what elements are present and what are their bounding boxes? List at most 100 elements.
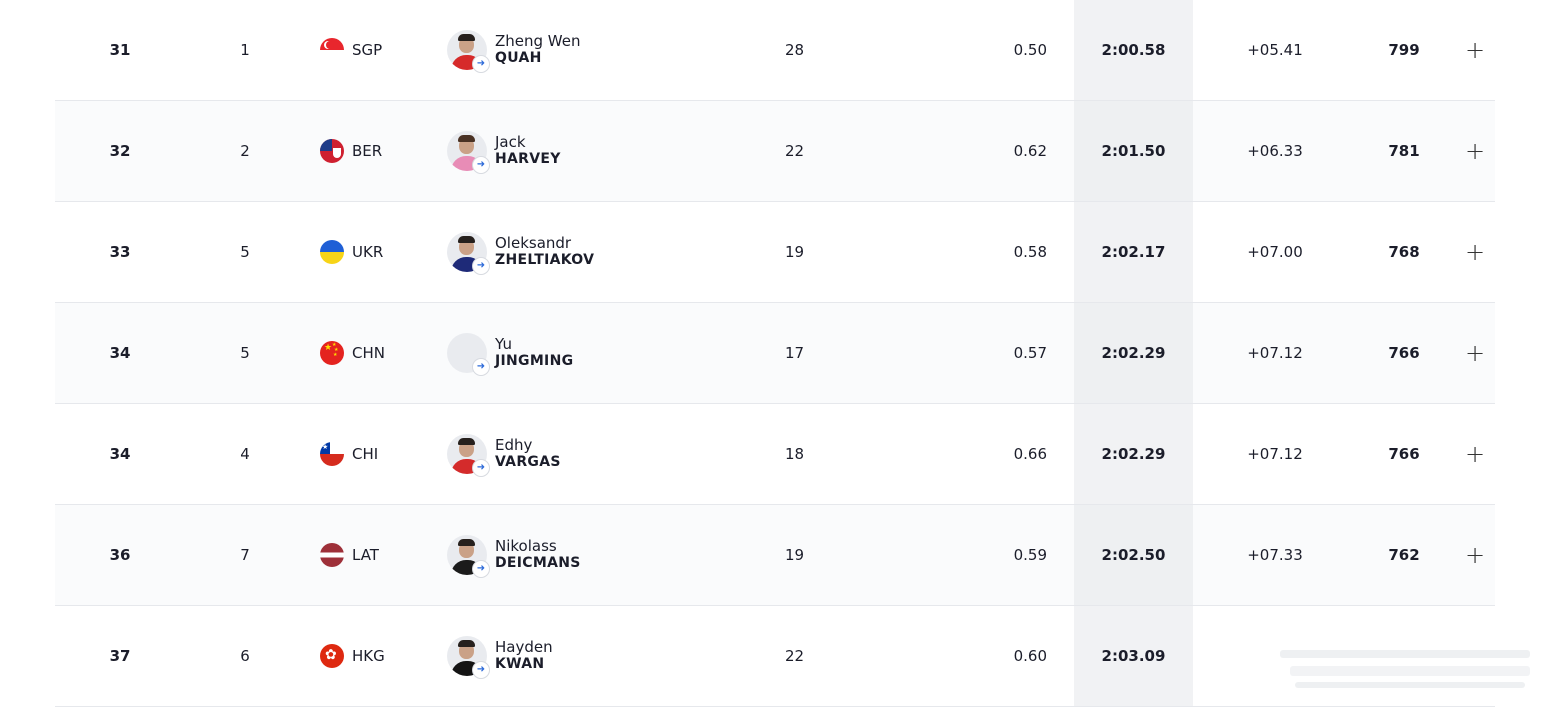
athlete-last-name: DEICMANS bbox=[495, 555, 581, 571]
time-cell: 2:00.58 bbox=[1101, 41, 1166, 59]
athlete-avatar[interactable]: ➜ bbox=[447, 636, 490, 679]
results-table: 31 1 SGP ➜ Zheng Wen QUAH 28 0.50 2:00.5… bbox=[55, 0, 1495, 709]
arrow-right-icon[interactable]: ➜ bbox=[472, 55, 490, 73]
age-cell: 18 bbox=[785, 445, 805, 463]
flag-chn-icon: ★ ★ ★ ★ bbox=[320, 341, 344, 365]
plus-icon[interactable]: + bbox=[1460, 404, 1490, 504]
plus-icon[interactable]: + bbox=[1460, 505, 1490, 605]
athlete-avatar[interactable]: ➜ bbox=[447, 30, 490, 73]
athlete-last-name: HARVEY bbox=[495, 151, 561, 167]
rank-cell: 36 bbox=[109, 546, 131, 564]
arrow-right-icon[interactable]: ➜ bbox=[472, 661, 490, 679]
table-row[interactable]: 32 2 BER ➜ Jack HARVEY 22 0.62 2:01.50 +… bbox=[55, 101, 1495, 202]
points-cell: 766 bbox=[1388, 344, 1420, 362]
time-cell: 2:01.50 bbox=[1101, 142, 1166, 160]
country-cell: BER bbox=[320, 101, 440, 201]
athlete-avatar[interactable]: ➜ bbox=[447, 232, 490, 275]
time-behind-cell: +07.00 bbox=[1247, 243, 1303, 261]
time-behind-cell: +07.12 bbox=[1247, 344, 1303, 362]
rank-cell: 31 bbox=[109, 41, 131, 59]
athlete-avatar[interactable]: ➜ bbox=[447, 535, 490, 578]
heat-cell: 7 bbox=[240, 546, 250, 564]
flag-ukr-icon bbox=[320, 240, 344, 264]
age-cell: 22 bbox=[785, 647, 805, 665]
athlete-cell[interactable]: ➜ Edhy VARGAS bbox=[447, 404, 767, 504]
athlete-last-name: JINGMING bbox=[495, 353, 574, 369]
athlete-first-name: Edhy bbox=[495, 436, 533, 454]
arrow-right-icon[interactable]: ➜ bbox=[472, 358, 490, 376]
athlete-first-name: Yu bbox=[495, 335, 512, 353]
heat-cell: 2 bbox=[240, 142, 250, 160]
time-behind-cell: +07.33 bbox=[1247, 546, 1303, 564]
country-code: CHI bbox=[352, 445, 379, 463]
points-cell: 766 bbox=[1388, 445, 1420, 463]
athlete-cell[interactable]: ➜ Nikolass DEICMANS bbox=[447, 505, 767, 605]
athlete-last-name: QUAH bbox=[495, 50, 542, 66]
plus-icon[interactable]: + bbox=[1460, 0, 1490, 100]
plus-icon[interactable]: + bbox=[1460, 101, 1490, 201]
flag-hkg-icon: ✿ bbox=[320, 644, 344, 668]
points-cell: 762 bbox=[1388, 546, 1420, 564]
time-cell: 2:03.09 bbox=[1101, 647, 1166, 665]
age-cell: 17 bbox=[785, 344, 805, 362]
table-row[interactable]: 34 5 ★ ★ ★ ★ CHN ➜ Yu JINGMING 17 0.57 2… bbox=[55, 303, 1495, 404]
age-cell: 22 bbox=[785, 142, 805, 160]
points-cell: 768 bbox=[1388, 243, 1420, 261]
time-behind-cell: +07.12 bbox=[1247, 445, 1303, 463]
athlete-cell[interactable]: ➜ Oleksandr ZHELTIAKOV bbox=[447, 202, 767, 302]
country-code: CHN bbox=[352, 344, 385, 362]
arrow-right-icon[interactable]: ➜ bbox=[472, 156, 490, 174]
athlete-avatar[interactable]: ➜ bbox=[447, 333, 490, 376]
time-cell: 2:02.29 bbox=[1101, 445, 1166, 463]
rank-cell: 33 bbox=[109, 243, 131, 261]
watermark-overlay bbox=[1200, 640, 1540, 700]
athlete-first-name: Jack bbox=[495, 133, 526, 151]
country-code: HKG bbox=[352, 647, 385, 665]
plus-icon[interactable]: + bbox=[1460, 303, 1490, 403]
time-cell: 2:02.50 bbox=[1101, 546, 1166, 564]
athlete-cell[interactable]: ➜ Jack HARVEY bbox=[447, 101, 767, 201]
country-code: BER bbox=[352, 142, 383, 160]
table-row[interactable]: 34 4 ★ CHI ➜ Edhy VARGAS 18 0.66 2:02.29… bbox=[55, 404, 1495, 505]
rank-cell: 34 bbox=[109, 445, 131, 463]
reaction-time-cell: 0.62 bbox=[1013, 142, 1047, 160]
points-cell: 781 bbox=[1388, 142, 1420, 160]
flag-lat-icon bbox=[320, 543, 344, 567]
time-cell: 2:02.17 bbox=[1101, 243, 1166, 261]
country-cell: LAT bbox=[320, 505, 440, 605]
athlete-cell[interactable]: ➜ Hayden KWAN bbox=[447, 606, 767, 706]
heat-cell: 1 bbox=[240, 41, 250, 59]
flag-chi-icon: ★ bbox=[320, 442, 344, 466]
points-cell: 799 bbox=[1388, 41, 1420, 59]
reaction-time-cell: 0.58 bbox=[1013, 243, 1047, 261]
flag-sgp-icon bbox=[320, 38, 344, 62]
athlete-first-name: Zheng Wen bbox=[495, 32, 581, 50]
table-row[interactable]: 36 7 LAT ➜ Nikolass DEICMANS 19 0.59 2:0… bbox=[55, 505, 1495, 606]
arrow-right-icon[interactable]: ➜ bbox=[472, 560, 490, 578]
arrow-right-icon[interactable]: ➜ bbox=[472, 257, 490, 275]
athlete-first-name: Oleksandr bbox=[495, 234, 572, 252]
reaction-time-cell: 0.60 bbox=[1013, 647, 1047, 665]
age-cell: 19 bbox=[785, 243, 805, 261]
age-cell: 28 bbox=[785, 41, 805, 59]
athlete-cell[interactable]: ➜ Yu JINGMING bbox=[447, 303, 767, 403]
plus-icon[interactable]: + bbox=[1460, 202, 1490, 302]
time-behind-cell: +06.33 bbox=[1247, 142, 1303, 160]
rank-cell: 34 bbox=[109, 344, 131, 362]
athlete-cell[interactable]: ➜ Zheng Wen QUAH bbox=[447, 0, 767, 100]
athlete-avatar[interactable]: ➜ bbox=[447, 434, 490, 477]
athlete-first-name: Nikolass bbox=[495, 537, 557, 555]
time-behind-cell: +05.41 bbox=[1247, 41, 1303, 59]
country-cell: ★ ★ ★ ★ CHN bbox=[320, 303, 440, 403]
athlete-avatar[interactable]: ➜ bbox=[447, 131, 490, 174]
reaction-time-cell: 0.57 bbox=[1013, 344, 1047, 362]
table-row[interactable]: 31 1 SGP ➜ Zheng Wen QUAH 28 0.50 2:00.5… bbox=[55, 0, 1495, 101]
athlete-last-name: ZHELTIAKOV bbox=[495, 252, 595, 268]
age-cell: 19 bbox=[785, 546, 805, 564]
reaction-time-cell: 0.59 bbox=[1013, 546, 1047, 564]
table-row[interactable]: 33 5 UKR ➜ Oleksandr ZHELTIAKOV 19 0.58 … bbox=[55, 202, 1495, 303]
time-cell: 2:02.29 bbox=[1101, 344, 1166, 362]
country-cell: ✿ HKG bbox=[320, 606, 440, 706]
athlete-last-name: KWAN bbox=[495, 656, 545, 672]
arrow-right-icon[interactable]: ➜ bbox=[472, 459, 490, 477]
